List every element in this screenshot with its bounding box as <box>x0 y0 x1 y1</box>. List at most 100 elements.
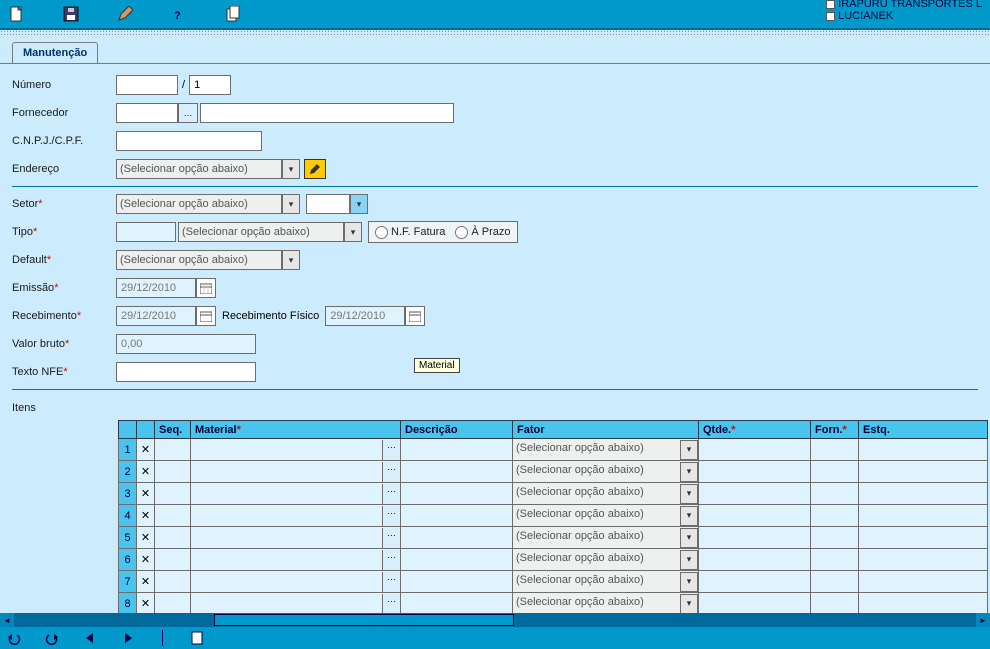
forn-input[interactable] <box>811 506 858 526</box>
rownum-cell[interactable]: 2 <box>119 461 137 483</box>
forn-input[interactable] <box>811 440 858 460</box>
material-lookup-button[interactable]: … <box>382 440 400 460</box>
next-icon[interactable] <box>120 630 136 646</box>
emissao-input[interactable] <box>116 278 196 298</box>
emissao-calendar-button[interactable] <box>196 278 216 298</box>
rownum-cell[interactable]: 6 <box>119 549 137 571</box>
descricao-input[interactable] <box>401 594 512 614</box>
delete-row-button[interactable]: ✕ <box>137 549 155 571</box>
h-scrollbar[interactable]: ◄ ► <box>0 613 990 627</box>
delete-row-button[interactable]: ✕ <box>137 593 155 615</box>
qtde-input[interactable] <box>699 462 810 482</box>
delete-row-button[interactable]: ✕ <box>137 439 155 461</box>
seq-input[interactable] <box>155 440 190 460</box>
descricao-input[interactable] <box>401 528 512 548</box>
setor-extra-dropdown-button[interactable] <box>350 194 368 214</box>
forn-input[interactable] <box>811 572 858 592</box>
qtde-input[interactable] <box>699 440 810 460</box>
seq-input[interactable] <box>155 572 190 592</box>
material-lookup-button[interactable]: … <box>382 528 400 548</box>
tab-manutencao[interactable]: Manutenção <box>12 42 98 63</box>
estq-input[interactable] <box>859 484 987 504</box>
endereco-edit-button[interactable] <box>304 159 326 179</box>
endereco-select[interactable]: (Selecionar opção abaixo) <box>116 159 282 179</box>
forn-input[interactable] <box>811 550 858 570</box>
qtde-input[interactable] <box>699 572 810 592</box>
save-icon[interactable] <box>62 5 80 23</box>
rownum-cell[interactable]: 3 <box>119 483 137 505</box>
redo-icon[interactable] <box>44 630 60 646</box>
new-icon[interactable] <box>8 5 26 23</box>
forn-input[interactable] <box>811 594 858 614</box>
estq-input[interactable] <box>859 528 987 548</box>
fator-dropdown-button[interactable] <box>680 484 698 504</box>
delete-row-button[interactable]: ✕ <box>137 505 155 527</box>
endereco-dropdown-button[interactable] <box>282 159 300 179</box>
fator-select[interactable]: (Selecionar opção abaixo) <box>513 440 698 460</box>
seq-input[interactable] <box>155 484 190 504</box>
scroll-left-arrow-icon[interactable]: ◄ <box>0 613 14 627</box>
recfisico-input[interactable] <box>325 306 405 326</box>
undo-icon[interactable] <box>6 630 22 646</box>
recebimento-calendar-button[interactable] <box>196 306 216 326</box>
qtde-input[interactable] <box>699 506 810 526</box>
radio-a-prazo[interactable]: À Prazo <box>455 226 510 239</box>
prev-icon[interactable] <box>82 630 98 646</box>
estq-input[interactable] <box>859 550 987 570</box>
material-input[interactable] <box>191 528 382 548</box>
estq-input[interactable] <box>859 506 987 526</box>
seq-input[interactable] <box>155 462 190 482</box>
fator-select[interactable]: (Selecionar opção abaixo) <box>513 528 698 548</box>
seq-input[interactable] <box>155 594 190 614</box>
numero-b-input[interactable] <box>189 75 231 95</box>
descricao-input[interactable] <box>401 550 512 570</box>
fornecedor-name-input[interactable] <box>200 103 454 123</box>
fornecedor-lookup-button[interactable]: … <box>178 103 198 123</box>
estq-input[interactable] <box>859 462 987 482</box>
rownum-cell[interactable]: 8 <box>119 593 137 615</box>
fator-dropdown-button[interactable] <box>680 440 698 460</box>
material-input[interactable] <box>191 550 382 570</box>
fornecedor-code-input[interactable] <box>116 103 178 123</box>
descricao-input[interactable] <box>401 506 512 526</box>
rownum-cell[interactable]: 5 <box>119 527 137 549</box>
estq-input[interactable] <box>859 440 987 460</box>
rownum-cell[interactable]: 4 <box>119 505 137 527</box>
scroll-track[interactable] <box>14 613 976 627</box>
setor-select[interactable]: (Selecionar opção abaixo) <box>116 194 282 214</box>
material-input[interactable] <box>191 440 382 460</box>
fator-select[interactable]: (Selecionar opção abaixo) <box>513 594 698 614</box>
fator-select[interactable]: (Selecionar opção abaixo) <box>513 550 698 570</box>
descricao-input[interactable] <box>401 484 512 504</box>
seq-input[interactable] <box>155 550 190 570</box>
delete-row-button[interactable]: ✕ <box>137 483 155 505</box>
qtde-input[interactable] <box>699 528 810 548</box>
footer-doc-icon[interactable] <box>189 630 205 646</box>
material-input[interactable] <box>191 594 382 614</box>
fator-dropdown-button[interactable] <box>680 550 698 570</box>
forn-input[interactable] <box>811 528 858 548</box>
help-icon[interactable]: ? <box>170 5 188 23</box>
material-lookup-button[interactable]: … <box>382 594 400 614</box>
fator-dropdown-button[interactable] <box>680 528 698 548</box>
seq-input[interactable] <box>155 528 190 548</box>
material-input[interactable] <box>191 462 382 482</box>
delete-row-button[interactable]: ✕ <box>137 461 155 483</box>
fator-dropdown-button[interactable] <box>680 594 698 614</box>
numero-a-input[interactable] <box>116 75 178 95</box>
estq-input[interactable] <box>859 594 987 614</box>
default-dropdown-button[interactable] <box>282 250 300 270</box>
delete-row-button[interactable]: ✕ <box>137 571 155 593</box>
fator-select[interactable]: (Selecionar opção abaixo) <box>513 484 698 504</box>
tipo-dropdown-button[interactable] <box>344 222 362 242</box>
textonfe-input[interactable] <box>116 362 256 382</box>
estq-input[interactable] <box>859 572 987 592</box>
descricao-input[interactable] <box>401 462 512 482</box>
edit-icon[interactable] <box>116 5 134 23</box>
forn-input[interactable] <box>811 484 858 504</box>
qtde-input[interactable] <box>699 594 810 614</box>
fator-dropdown-button[interactable] <box>680 572 698 592</box>
fator-dropdown-button[interactable] <box>680 462 698 482</box>
material-lookup-button[interactable]: … <box>382 462 400 482</box>
recebimento-input[interactable] <box>116 306 196 326</box>
